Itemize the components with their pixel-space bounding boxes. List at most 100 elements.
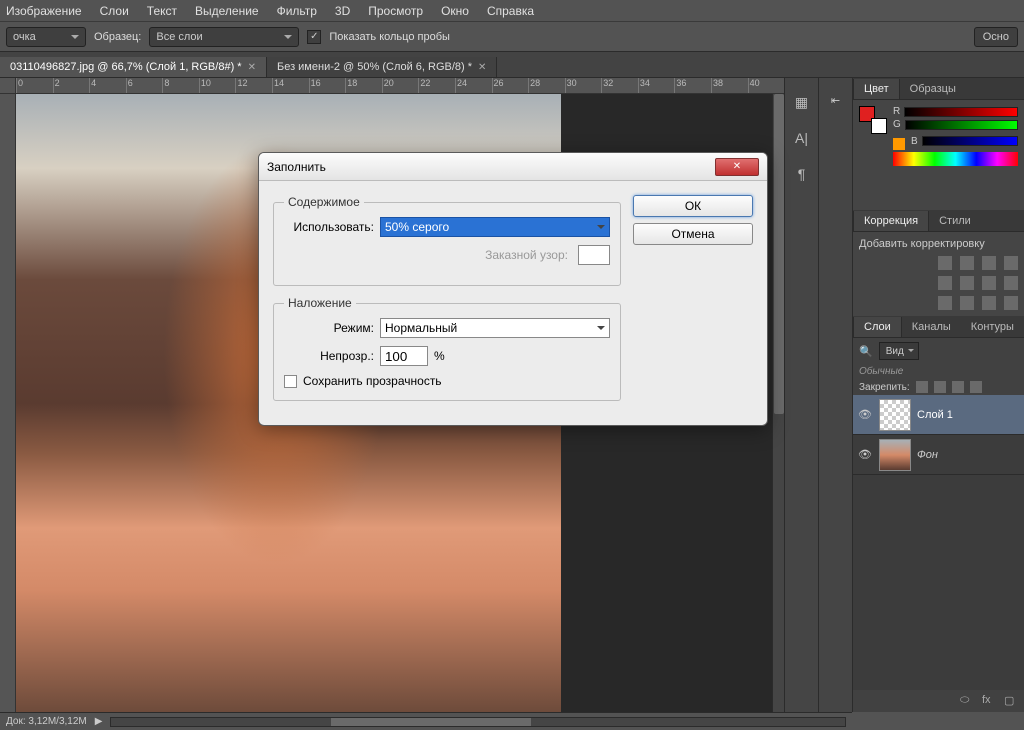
menu-layers[interactable]: Слои [100, 4, 129, 18]
vertical-scrollbar[interactable] [772, 94, 784, 712]
color-panel-tabs: Цвет Образцы [853, 78, 1024, 100]
color-spectrum[interactable] [893, 152, 1018, 166]
hue-icon[interactable] [960, 276, 974, 290]
red-slider[interactable] [904, 107, 1018, 117]
visibility-icon[interactable]: 👁 [857, 448, 873, 461]
document-tab[interactable]: Без имени-2 @ 50% (Слой 6, RGB/8) * ✕ [267, 57, 497, 77]
link-icon[interactable]: ⬭ [960, 694, 974, 708]
align-icon[interactable]: ⇤ [831, 94, 840, 107]
tab-color[interactable]: Цвет [853, 79, 900, 99]
document-tab-label: 03110496827.jpg @ 66,7% (Слой 1, RGB/8#)… [10, 61, 242, 73]
tab-channels[interactable]: Каналы [902, 317, 961, 337]
visibility-icon[interactable]: 👁 [857, 408, 873, 421]
menu-text[interactable]: Текст [147, 4, 177, 18]
lock-position-icon[interactable] [952, 381, 964, 393]
layers-panel: 🔍 Вид Обычные Закрепить: 👁 Слой 1 👁 [853, 338, 1024, 712]
show-ring-checkbox[interactable] [307, 30, 321, 44]
menu-help[interactable]: Справка [487, 4, 534, 18]
layer-name[interactable]: Слой 1 [917, 409, 953, 421]
lock-all-icon[interactable] [970, 381, 982, 393]
document-tab[interactable]: 03110496827.jpg @ 66,7% (Слой 1, RGB/8#)… [0, 57, 267, 77]
character-icon[interactable]: A| [794, 130, 810, 146]
preserve-transparency-checkbox[interactable] [284, 375, 297, 388]
brightness-icon[interactable] [938, 256, 952, 270]
document-size: Док: 3,12M/3,12M [6, 716, 87, 727]
status-bar: Док: 3,12M/3,12M ▶ [0, 712, 852, 730]
lookup-icon[interactable] [982, 296, 996, 310]
vibrance-icon[interactable] [938, 276, 952, 290]
dialog-titlebar[interactable]: Заполнить ✕ [259, 153, 767, 181]
close-icon[interactable]: ✕ [478, 62, 486, 73]
menu-view[interactable]: Просмотр [368, 4, 423, 18]
tab-styles[interactable]: Стили [929, 211, 981, 231]
menu-select[interactable]: Выделение [195, 4, 259, 18]
mode-label: Режим: [284, 321, 374, 335]
foreground-background-swatch[interactable] [859, 106, 887, 134]
layer-row[interactable]: 👁 Слой 1 [853, 395, 1024, 435]
tab-swatches[interactable]: Образцы [900, 79, 966, 99]
ok-button[interactable]: ОК [633, 195, 753, 217]
bw-icon[interactable] [1004, 276, 1018, 290]
use-label: Использовать: [284, 220, 374, 234]
blending-legend: Наложение [284, 296, 356, 310]
show-ring-label: Показать кольцо пробы [329, 31, 450, 43]
adjustments-panel: Добавить корректировку [853, 232, 1024, 316]
menu-image[interactable]: Изображение [6, 4, 82, 18]
menu-3d[interactable]: 3D [335, 4, 350, 18]
horizontal-ruler[interactable]: 0246810121416182022242628303234363840 [16, 78, 784, 94]
b-label: B [911, 136, 918, 147]
collapsed-panel-dock: ⇤ [818, 78, 852, 712]
r-label: R [893, 106, 900, 117]
levels-icon[interactable] [960, 256, 974, 270]
blue-slider[interactable] [922, 136, 1018, 146]
pattern-swatch[interactable] [578, 245, 610, 265]
tab-layers[interactable]: Слои [853, 317, 902, 337]
sample-label: Образец: [94, 31, 141, 43]
mode-select[interactable]: Нормальный [380, 318, 610, 338]
balance-icon[interactable] [982, 276, 996, 290]
mask-icon[interactable]: ▢ [1004, 694, 1018, 708]
layer-filter-select[interactable]: Вид [879, 342, 919, 360]
cancel-button[interactable]: Отмена [633, 223, 753, 245]
menu-filter[interactable]: Фильтр [277, 4, 317, 18]
fill-dialog: Заполнить ✕ Содержимое Использовать: 50%… [258, 152, 768, 426]
invert-icon[interactable] [1004, 296, 1018, 310]
layer-thumbnail[interactable] [879, 399, 911, 431]
layer-row[interactable]: 👁 Фон [853, 435, 1024, 475]
menu-window[interactable]: Окно [441, 4, 469, 18]
use-select[interactable]: 50% серого [380, 217, 610, 237]
horizontal-scrollbar[interactable] [110, 717, 846, 727]
color-panel: R G B [853, 100, 1024, 210]
photo-filter-icon[interactable] [938, 296, 952, 310]
search-icon[interactable]: 🔍 [859, 345, 873, 358]
opacity-unit: % [434, 349, 445, 363]
tab-paths[interactable]: Контуры [961, 317, 1024, 337]
preserve-transparency-label: Сохранить прозрачность [303, 374, 442, 388]
lock-label: Закрепить: [859, 382, 910, 393]
close-icon[interactable]: ✕ [248, 62, 256, 73]
blend-mode-select[interactable]: Обычные [853, 364, 1024, 379]
green-slider[interactable] [905, 120, 1018, 130]
lock-transparency-icon[interactable] [916, 381, 928, 393]
channel-mixer-icon[interactable] [960, 296, 974, 310]
vertical-ruler[interactable] [0, 94, 16, 712]
paragraph-icon[interactable]: ¶ [794, 166, 810, 182]
ruler-origin[interactable] [0, 78, 16, 94]
tab-adjustments[interactable]: Коррекция [853, 211, 929, 231]
g-label: G [893, 119, 901, 130]
sample-size-select[interactable]: очка [6, 27, 86, 47]
fx-icon[interactable]: fx [982, 694, 996, 708]
exposure-icon[interactable] [1004, 256, 1018, 270]
sample-layers-select[interactable]: Все слои [149, 27, 299, 47]
lock-pixels-icon[interactable] [934, 381, 946, 393]
layer-name[interactable]: Фон [917, 449, 938, 461]
curves-icon[interactable] [982, 256, 996, 270]
close-button[interactable]: ✕ [715, 158, 759, 176]
opacity-input[interactable] [380, 346, 428, 366]
history-icon[interactable]: ▦ [794, 94, 810, 110]
status-arrow-icon[interactable]: ▶ [95, 716, 103, 727]
tool-preset-button[interactable]: Осно [974, 27, 1018, 47]
layer-thumbnail[interactable] [879, 439, 911, 471]
layers-panel-tabs: Слои Каналы Контуры [853, 316, 1024, 338]
gamut-warning-icon[interactable] [893, 138, 905, 150]
